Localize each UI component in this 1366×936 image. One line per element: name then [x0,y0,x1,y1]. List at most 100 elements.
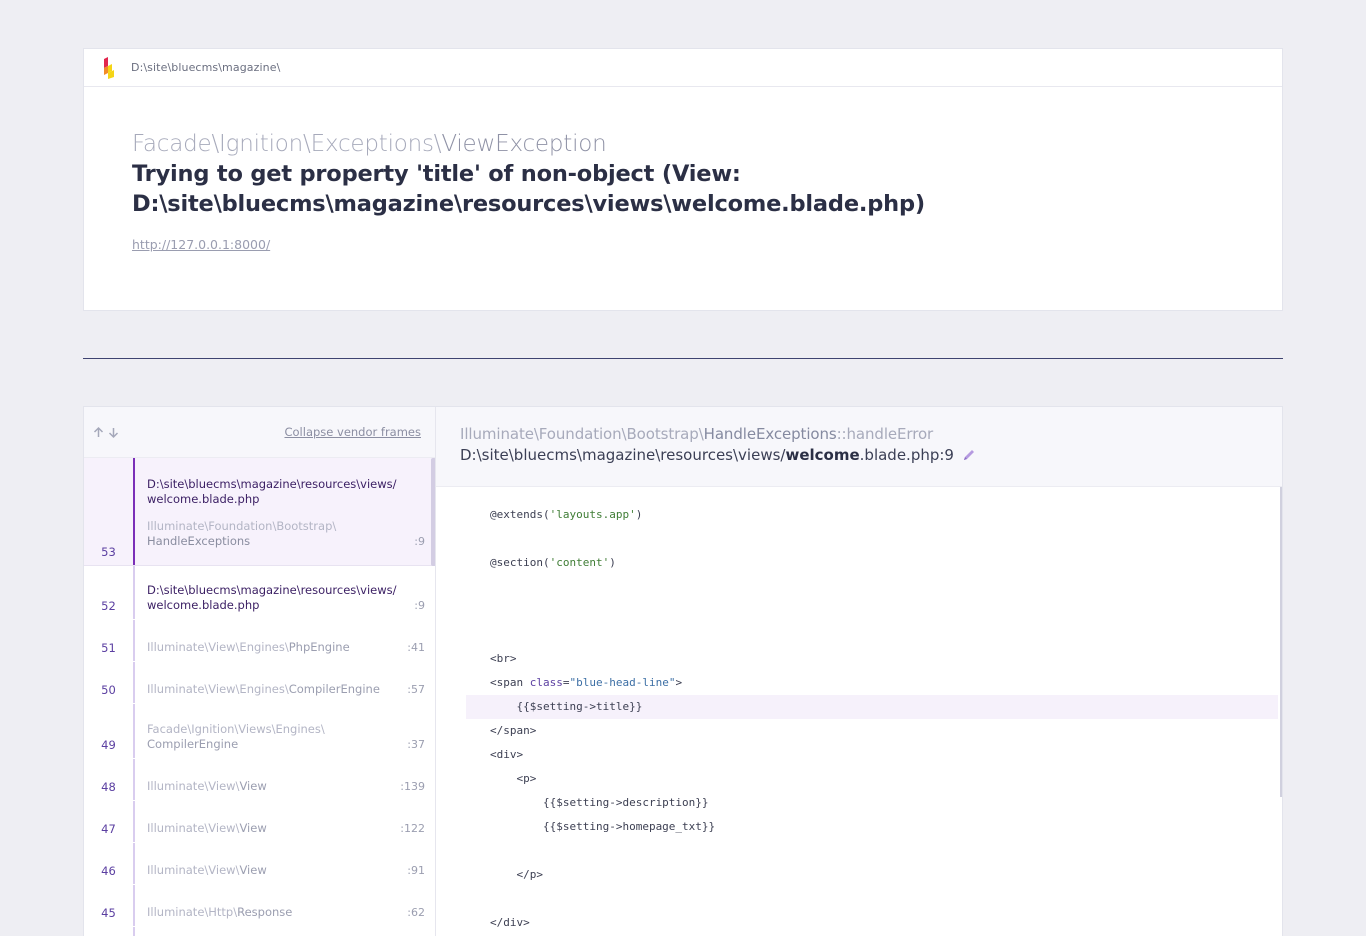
request-url-link[interactable]: http://127.0.0.1:8000/ [132,237,270,252]
code-line: <span class="blue-head-line"> [490,676,683,689]
stack-frame-49[interactable]: 49 Facade\Ignition\Views\Engines\ Compile… [84,704,435,759]
stack-frame-53[interactable]: 53 D:\site\bluecms\magazine\resources\vi… [84,458,435,566]
stack-frames-panel: Collapse vendor frames 53 D:\site\bluecm… [84,407,436,936]
frame-class-name: View [239,779,267,793]
frame-line-number: :139 [400,780,425,793]
exception-header-card: D:\site\bluecms\magazine\ Facade\Ignitio… [83,48,1283,311]
code-class-name: HandleExceptions [703,425,837,443]
frame-class-namespace: Illuminate\Http\ [147,905,238,919]
code-line: <div> [490,748,524,761]
project-path: D:\site\bluecms\magazine\ [131,61,281,74]
exception-class: Facade\Ignition\Exceptions\ViewException [132,131,1282,157]
frame-class-name: CompilerEngine [288,682,380,696]
code-class-method: ::handleError [836,425,934,443]
arrow-up-icon[interactable] [92,426,105,439]
ignition-logo-icon [104,56,114,79]
exception-class-name: ViewException [441,131,607,157]
frame-number: 52 [101,599,116,613]
frame-class: Illuminate\View\View :91 [147,863,425,878]
frame-class-namespace: Illuminate\View\ [147,863,240,877]
code-line: {{$setting->description}} [490,796,709,809]
frame-file-line: welcome.blade.php [147,598,260,612]
code-line: </p> [490,868,543,881]
code-area: @extends('layouts.app') @section('conten… [436,487,1282,936]
frame-class-namespace: Illuminate\View\Engines\ [147,640,289,654]
frame-class-namespace: Illuminate\Foundation\Bootstrap\ [147,519,337,533]
collapse-vendor-frames-link[interactable]: Collapse vendor frames [284,425,421,439]
frame-file: D:\site\bluecms\magazine\resources\views… [147,477,425,507]
frame-number: 53 [101,545,116,559]
code-file-prefix: D:\site\bluecms\magazine\resources\views… [460,446,786,464]
frame-line-number: :9 [414,535,425,548]
code-class-path: Illuminate\Foundation\Bootstrap\HandleEx… [460,425,1282,443]
code-header: Illuminate\Foundation\Bootstrap\HandleEx… [436,407,1282,487]
stack-frame-47[interactable]: 47 Illuminate\View\View :122 [84,801,435,843]
frame-number: 47 [101,822,116,836]
code-line: <br> [490,652,517,665]
frame-file-line: D:\site\bluecms\magazine\resources\views… [147,477,397,491]
frame-number: 46 [101,864,116,878]
code-class-namespace: Illuminate\Foundation\Bootstrap\ [460,425,704,443]
stack-trace-card: Collapse vendor frames 53 D:\site\bluecm… [83,406,1283,936]
frame-number: 48 [101,780,116,794]
frame-class-namespace: Illuminate\View\ [147,821,240,835]
frame-number: 50 [101,683,116,697]
frame-class: Illuminate\View\Engines\CompilerEngine :… [147,682,425,697]
stack-frame-50[interactable]: 50 Illuminate\View\Engines\CompilerEngin… [84,662,435,704]
exception-message-line: Trying to get property 'title' of non-ob… [132,161,741,187]
frame-number: 49 [101,738,116,752]
frame-line-number: :91 [407,864,425,877]
stack-frame-51[interactable]: 51 Illuminate\View\Engines\PhpEngine :41 [84,620,435,662]
frame-class-namespace: Illuminate\View\ [147,779,240,793]
frame-line-number: :9 [414,599,425,612]
frame-line-number: :122 [400,822,425,835]
exception-message: Trying to get property 'title' of non-ob… [132,159,1282,219]
frame-class: Illuminate\Http\Response :62 [147,905,425,920]
frame-number: 45 [101,906,116,920]
stack-frame-45[interactable]: 45 Illuminate\Http\Response :62 [84,885,435,927]
exception-message-line: D:\site\bluecms\magazine\resources\views… [132,191,925,217]
code-line: </div> [490,916,530,929]
stack-frame-52[interactable]: 52 D:\site\bluecms\magazine\resources\vi… [84,566,435,620]
code-line: <p> [490,772,537,785]
code-line: @section('content') [490,556,616,569]
code-line: </span> [490,724,537,737]
frame-class-name: Response [237,905,293,919]
code-line: {{$setting->homepage_txt}} [490,820,716,833]
frame-line-number: :41 [407,641,425,654]
frame-class-name: HandleExceptions [147,534,251,548]
frame-line-number: :57 [407,683,425,696]
stack-frame-46[interactable]: 46 Illuminate\View\View :91 [84,843,435,885]
code-file-suffix: .blade.php:9 [859,446,954,464]
frame-file: D:\site\bluecms\magazine\resources\views… [147,583,397,613]
frame-line-number: :37 [407,738,425,751]
frame-class: Illuminate\View\Engines\PhpEngine :41 [147,640,425,655]
code-file-name: welcome [785,446,860,464]
frame-class-name: CompilerEngine [147,737,239,751]
frame-class-namespace: Facade\Ignition\Views\Engines\ [147,722,325,736]
exception-namespace: Facade\Ignition\Exceptions\ [132,131,442,157]
frame-class: Facade\Ignition\Views\Engines\ CompilerEn… [147,722,425,752]
code-scrollbar[interactable] [1280,487,1282,797]
pencil-edit-icon[interactable] [962,448,976,462]
frame-file-line: welcome.blade.php [147,492,260,506]
frame-class: Illuminate\Foundation\Bootstrap\ HandleEx… [147,519,425,549]
frame-class: Illuminate\View\View :139 [147,779,425,794]
frame-class-name: PhpEngine [288,640,350,654]
frame-file-line: D:\site\bluecms\magazine\resources\views… [147,583,397,597]
frame-class-name: View [239,863,267,877]
frame-class: Illuminate\View\View :122 [147,821,425,836]
highlighted-code-line: {{$setting->title}} [466,695,1278,719]
section-divider [83,358,1283,359]
frames-toolbar: Collapse vendor frames [84,407,435,458]
code-line: @extends('layouts.app') [490,508,643,521]
frame-line-number: :62 [407,906,425,919]
code-snippet-panel: Illuminate\Foundation\Bootstrap\HandleEx… [436,407,1282,936]
project-path-bar: D:\site\bluecms\magazine\ [84,49,1282,87]
code-file-path: D:\site\bluecms\magazine\resources\views… [460,446,1282,464]
stack-frame-48[interactable]: 48 Illuminate\View\View :139 [84,759,435,801]
frame-class-namespace: Illuminate\View\Engines\ [147,682,289,696]
arrow-down-icon[interactable] [107,426,120,439]
frame-number: 51 [101,641,116,655]
frame-class-name: View [239,821,267,835]
